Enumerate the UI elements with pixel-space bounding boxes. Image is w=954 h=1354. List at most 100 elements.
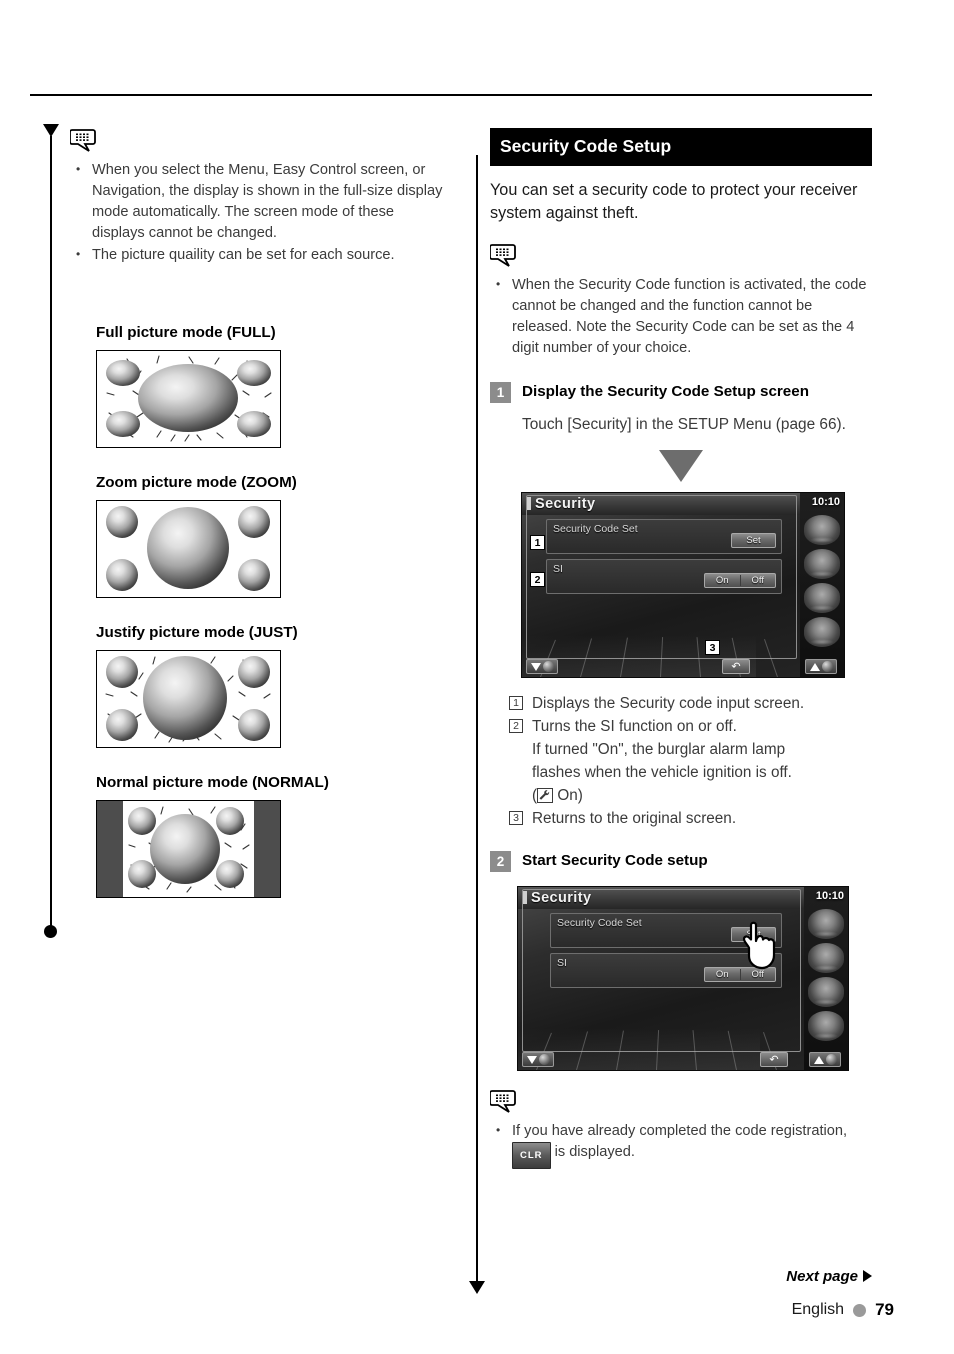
device-label-security-code-set: Security Code Set [553,523,638,535]
device-sidebar: 10:10 [800,493,844,677]
device-si-off[interactable]: Off [741,575,776,586]
explanation-text-1: Displays the Security code input screen. [532,695,805,712]
device-panel-security-code-set[interactable]: Security Code Set Set [546,519,782,554]
left-column: When you select the Menu, Easy Control s… [69,128,450,898]
explanation-sub-line-2: flashes when the vehicle ignition is off… [532,764,792,781]
triangle-up-icon [813,1055,824,1064]
footer-dot-icon [853,1303,867,1317]
device-return-button[interactable]: ↶ [760,1052,788,1067]
on-label: On) [553,787,583,804]
pillarbox-left [97,801,123,897]
next-page-text: Next page [786,1268,858,1285]
note2-suffix: is displayed. [554,1144,635,1160]
device-label-si: SI [557,957,567,969]
knob-icon [538,1054,550,1065]
right-note-item-2: If you have already completed the code r… [490,1120,872,1169]
step-2-title: Start Security Code setup [522,852,708,869]
device-si-on[interactable]: On [705,969,740,980]
mode-block-normal: Normal picture mode (NORMAL) [70,774,450,898]
triangle-down-icon [526,1055,537,1064]
source-icon-2[interactable] [808,943,844,973]
device-si-toggle[interactable]: On Off [704,573,776,588]
pillarbox-right [254,801,280,897]
source-icon-1[interactable] [808,909,844,939]
right-notes-list: When the Security Code function is activ… [490,274,872,359]
device-screenshot-security-1: Security Security Code Set Set 1 SI On O… [521,492,845,678]
callout-3: 3 [705,640,720,655]
device-floor [518,1028,777,1070]
callout-2: 2 [530,572,545,587]
device-clock: 10:10 [811,496,840,508]
device-down-control[interactable] [522,1052,554,1067]
device-panel-si[interactable]: SI On Off [546,559,782,594]
mode-figure-full [96,350,281,448]
explanation-num-1: 1 [509,696,523,710]
callout-1: 1 [530,535,545,550]
device-return-button[interactable]: ↶ [722,659,750,674]
device-si-on[interactable]: On [705,575,740,586]
note-bubble-icon [489,1089,520,1115]
mode-block-full: Full picture mode (FULL) [70,324,450,448]
footer: English 79 [792,1300,894,1320]
footer-language: English [791,1301,845,1318]
mode-figure-normal [96,800,281,898]
left-note-item: The picture quaility can be set for each… [70,244,450,266]
intro-paragraph: You can set a security code to protect y… [490,181,858,222]
section-header: Security Code Setup [490,128,872,166]
next-page-arrow-icon [863,1270,872,1282]
mode-figure-zoom [96,500,281,598]
page-number: 79 [875,1300,894,1319]
device-sidebar: 10:10 [804,887,848,1070]
device-up-control[interactable] [805,659,837,674]
explanation-num-3: 3 [509,811,523,825]
explanation-text-3: Returns to the original screen. [532,810,737,827]
right-notes-list-2: If you have already completed the code r… [490,1120,872,1169]
step-1-badge: 1 [490,382,511,403]
explanation-list: 1 Displays the Security code input scree… [509,692,872,830]
explanation-num-2: 2 [509,719,523,733]
device-title: Security [531,890,592,906]
device-title-marker [522,891,527,904]
hand-pointer-icon [737,919,779,975]
source-icon-1[interactable] [804,515,840,545]
source-icon-3[interactable] [808,977,844,1007]
source-icon-2[interactable] [804,549,840,579]
explanation-text-2: Turns the SI function on or off. [532,718,737,735]
right-note-item: When the Security Code function is activ… [490,274,872,359]
step-2-badge: 2 [490,851,511,872]
left-flow-end-dot [44,925,57,938]
explanation-sub-line-1: If turned "On", the burglar alarm lamp [532,741,786,758]
page-top-rule [30,94,872,96]
explanation-sub-line-3: ( On) [532,784,872,807]
next-page-label: Next page [786,1268,872,1285]
mode-title-full: Full picture mode (FULL) [96,324,276,341]
right-flow-arrow-icon [469,1281,485,1294]
mode-block-just: Justify picture mode (JUST) [70,624,450,748]
mode-title-zoom: Zoom picture mode (ZOOM) [96,474,297,491]
knob-icon [542,661,554,672]
source-icon-4[interactable] [804,617,840,647]
step-1-body: Touch [Security] in the SETUP Menu (page… [522,416,846,433]
device-label-si: SI [553,563,563,575]
step-1-title: Display the Security Code Setup screen [522,383,809,400]
device-set-button[interactable]: Set [731,533,776,548]
device-clock: 10:10 [815,890,844,902]
left-notes-list: When you select the Menu, Easy Control s… [70,159,450,266]
device-up-control[interactable] [809,1052,841,1067]
triangle-down-icon [530,662,541,671]
right-flow-line [476,155,478,1283]
note-block-1: When the Security Code function is activ… [489,243,872,359]
device-down-control[interactable] [526,659,558,674]
wrench-icon [537,788,554,803]
note-bubble-icon [489,243,520,269]
source-icon-4[interactable] [808,1011,844,1041]
triangle-up-icon [809,662,820,671]
knob-icon [821,661,833,672]
mode-figure-just [96,650,281,748]
mode-title-just: Justify picture mode (JUST) [96,624,298,641]
note2-prefix: If you have already completed the code r… [512,1123,848,1139]
clr-button-chip: CLR [512,1142,551,1169]
source-icon-3[interactable] [804,583,840,613]
device-main-area: Security Security Code Set Set SI [518,887,804,1070]
device-main-area: Security Security Code Set Set 1 SI On O… [522,493,800,677]
